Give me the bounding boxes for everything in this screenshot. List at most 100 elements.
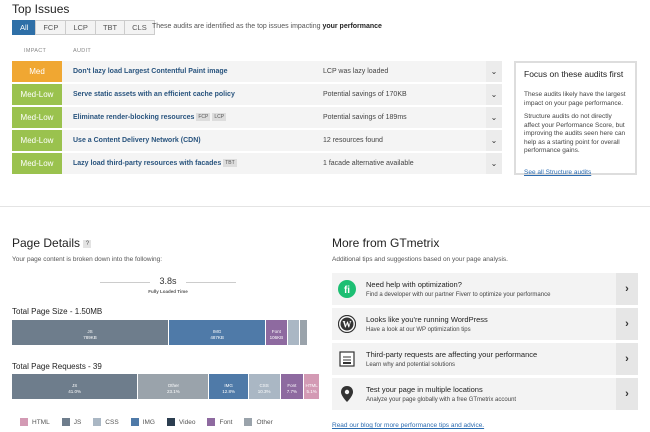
more-item-title: Looks like you're running WordPress bbox=[366, 315, 488, 324]
filter-cls[interactable]: CLS bbox=[124, 20, 155, 35]
audit-result: Potential savings of 189ms bbox=[323, 114, 407, 121]
legend-item: HTML bbox=[20, 418, 50, 426]
issue-tag: TBT bbox=[223, 159, 237, 168]
svg-text:W: W bbox=[343, 320, 352, 330]
column-audit: AUDIT bbox=[73, 48, 91, 54]
chevron-right-icon[interactable]: › bbox=[616, 273, 638, 305]
more-title: More from GTmetrix bbox=[332, 236, 440, 250]
issue-row[interactable]: Med-Low Use a Content Delivery Network (C… bbox=[12, 130, 502, 151]
audit-name[interactable]: Don't lazy load Largest Contentful Paint… bbox=[73, 61, 228, 82]
audit-result: Potential savings of 170KB bbox=[323, 91, 407, 98]
legend-swatch bbox=[20, 418, 28, 426]
page-requests-bar: JS 41.0% Other 23.1% IMG 12.8% CSS 10.3% Font 7.7… bbox=[12, 374, 320, 399]
chevron-right-icon[interactable]: › bbox=[616, 308, 638, 340]
column-impact: IMPACT bbox=[24, 48, 47, 54]
legend-swatch bbox=[130, 418, 139, 426]
wordpress-icon: W bbox=[337, 314, 357, 334]
impact-badge: Med-Low bbox=[12, 130, 62, 151]
page-requests-title: Total Page Requests - 39 bbox=[12, 362, 102, 371]
audit-name[interactable]: Lazy load third-party resources with fac… bbox=[73, 153, 237, 174]
chevron-down-icon[interactable]: ⌄ bbox=[486, 130, 502, 151]
fully-loaded-value: 3.8s bbox=[150, 276, 186, 286]
filter-tabs: All FCP LCP TBT CLS bbox=[12, 20, 155, 35]
page-size-segment: JS 789KB bbox=[12, 320, 170, 345]
more-item-title: Third-party requests are affecting your … bbox=[366, 350, 538, 359]
chevron-down-icon[interactable]: ⌄ bbox=[486, 153, 502, 174]
focus-box: Focus on these audits first These audits… bbox=[514, 61, 637, 176]
filter-fcp[interactable]: FCP bbox=[35, 20, 67, 35]
page-requests-segment: CSS 10.3% bbox=[248, 374, 281, 399]
legend-item: CSS bbox=[93, 418, 119, 426]
issue-row[interactable]: Med-Low Serve static assets with an effic… bbox=[12, 84, 502, 105]
impact-badge: Med-Low bbox=[12, 84, 62, 105]
chevron-right-icon[interactable]: › bbox=[616, 343, 638, 375]
legend-swatch bbox=[244, 418, 253, 426]
fully-loaded-label: Fully Loaded Time bbox=[148, 289, 188, 294]
legend-swatch bbox=[207, 418, 216, 426]
legend-item: JS bbox=[61, 418, 81, 426]
page-details-title: Page Details ? bbox=[12, 236, 92, 250]
issue-row[interactable]: Med-Low Lazy load third-party resources w… bbox=[12, 153, 502, 174]
legend-item: Font bbox=[207, 418, 232, 426]
audit-name[interactable]: Eliminate render-blocking resources FCP LC… bbox=[73, 107, 227, 128]
issue-tag: LCP bbox=[212, 113, 227, 122]
audit-name[interactable]: Use a Content Delivery Network (CDN) bbox=[73, 130, 201, 151]
more-item-desc: Learn why and potential solutions bbox=[366, 362, 456, 368]
content-legend: HTML JS CSS IMG Video Font Other bbox=[20, 418, 285, 426]
impact-badge: Med-Low bbox=[12, 107, 62, 128]
audit-result: 12 resources found bbox=[323, 137, 383, 144]
more-item[interactable]: Third-party requests are affecting your … bbox=[332, 343, 638, 375]
audit-result: 1 facade alternative available bbox=[323, 160, 414, 167]
more-item-title: Need help with optimization? bbox=[366, 280, 462, 289]
fiverr-icon: fi bbox=[338, 280, 356, 298]
issue-row[interactable]: Med-Low Eliminate render-blocking resourc… bbox=[12, 107, 502, 128]
page-size-segment: IMG 487KB bbox=[169, 320, 267, 345]
svg-text:fi: fi bbox=[344, 285, 350, 296]
help-icon[interactable]: ? bbox=[83, 239, 92, 248]
page-size-bar: JS 789KB IMG 487KB Font 106KB bbox=[12, 320, 320, 345]
focus-text-1: These audits likely have the largest imp… bbox=[524, 91, 626, 107]
top-issues-title: Top Issues bbox=[12, 2, 70, 16]
legend-item: IMG bbox=[130, 418, 155, 426]
structure-audits-link[interactable]: See all Structure audits bbox=[524, 169, 591, 176]
more-item-desc: Have a look at our WP optimization tips bbox=[366, 327, 471, 333]
more-desc: Additional tips and suggestions based on… bbox=[332, 256, 508, 263]
focus-text-2: Structure audits do not directly affect … bbox=[524, 113, 626, 154]
impact-badge: Med bbox=[12, 61, 62, 82]
page-requests-segment: IMG 12.8% bbox=[209, 374, 249, 399]
legend-swatch bbox=[61, 418, 70, 426]
audit-result: LCP was lazy loaded bbox=[323, 68, 389, 75]
page-size-title: Total Page Size - 1.50MB bbox=[12, 307, 103, 316]
more-item-desc: Analyze your page globally with a free G… bbox=[366, 397, 517, 403]
section-divider bbox=[0, 206, 650, 207]
legend-swatch bbox=[93, 418, 102, 426]
page-size-segment bbox=[299, 320, 308, 345]
page-requests-segment: HTML 5.1% bbox=[304, 374, 320, 399]
audit-name[interactable]: Serve static assets with an efficient ca… bbox=[73, 84, 235, 105]
legend-item: Video bbox=[166, 418, 195, 426]
issue-tag: FCP bbox=[196, 113, 211, 122]
blog-link[interactable]: Read our blog for more performance tips … bbox=[332, 422, 484, 429]
page-requests-segment: Other 23.1% bbox=[138, 374, 210, 399]
page-size-segment bbox=[287, 320, 300, 345]
focus-title: Focus on these audits first bbox=[524, 69, 624, 79]
location-pin-icon bbox=[338, 385, 356, 403]
page-requests-segment: JS 41.0% bbox=[12, 374, 139, 399]
more-item[interactable]: W Looks like you're running WordPress Have… bbox=[332, 308, 638, 340]
chevron-down-icon[interactable]: ⌄ bbox=[486, 84, 502, 105]
chevron-right-icon[interactable]: › bbox=[616, 378, 638, 410]
more-item[interactable]: fi Need help with optimization? Find a dev… bbox=[332, 273, 638, 305]
page-size-segment: Font 106KB bbox=[266, 320, 288, 345]
filter-lcp[interactable]: LCP bbox=[65, 20, 96, 35]
filter-all[interactable]: All bbox=[12, 20, 37, 35]
more-item-desc: Find a developer with our partner Fiverr… bbox=[366, 292, 551, 298]
page-details-desc: Your page content is broken down into th… bbox=[12, 256, 163, 263]
more-item[interactable]: Test your page in multiple locations Anal… bbox=[332, 378, 638, 410]
legend-item: Other bbox=[244, 418, 273, 426]
page-requests-segment: Font 7.7% bbox=[280, 374, 305, 399]
filter-tbt[interactable]: TBT bbox=[94, 20, 126, 35]
chevron-down-icon[interactable]: ⌄ bbox=[486, 107, 502, 128]
chevron-down-icon[interactable]: ⌄ bbox=[486, 61, 502, 82]
issue-row[interactable]: Med Don't lazy load Largest Contentful Pa… bbox=[12, 61, 502, 82]
page-size-segment bbox=[307, 320, 320, 345]
